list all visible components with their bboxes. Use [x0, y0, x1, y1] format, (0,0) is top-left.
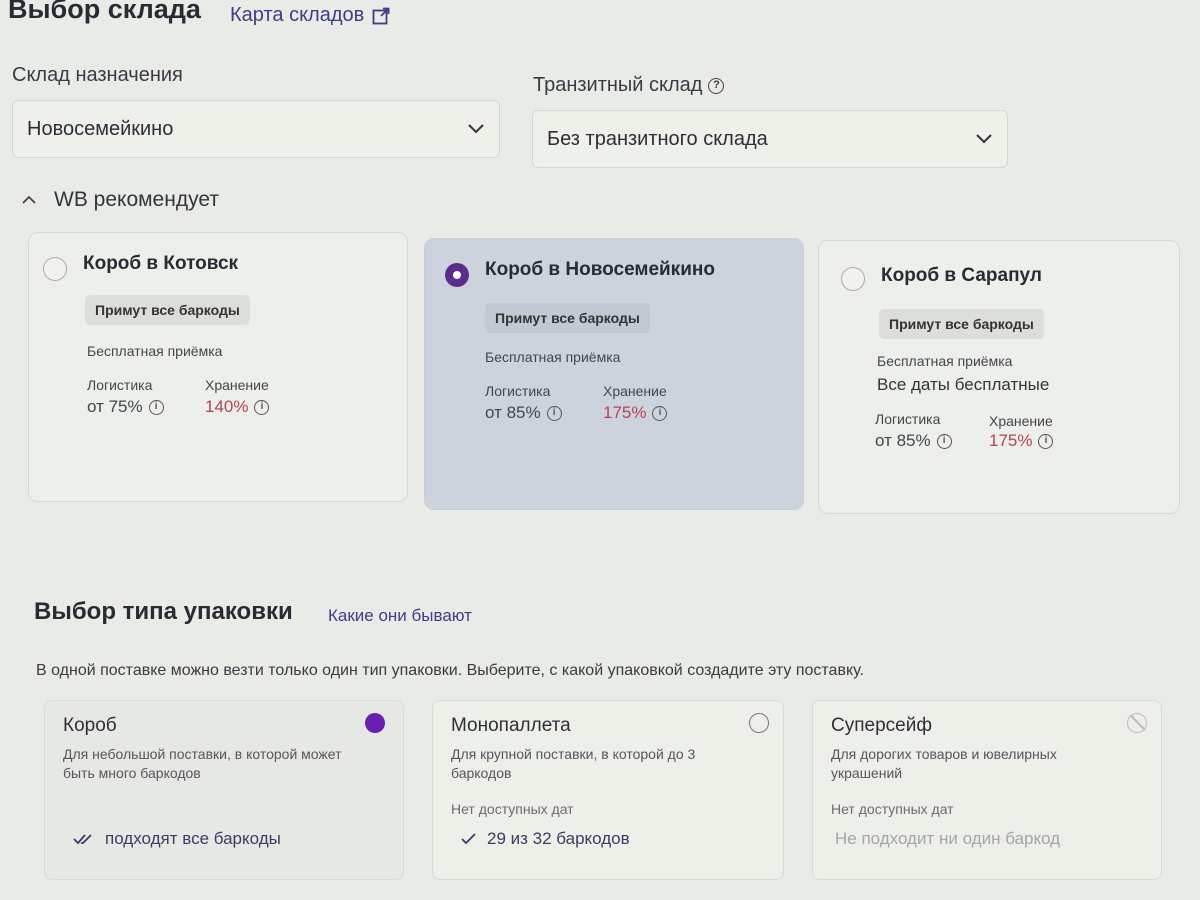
- package-status-text: подходят все баркоды: [105, 829, 281, 848]
- packaging-description: В одной поставке можно везти только один…: [36, 662, 864, 679]
- chevron-down-icon: [468, 124, 484, 134]
- double-check-icon: [73, 834, 92, 845]
- transit-label-text: Транзитный склад: [533, 74, 703, 96]
- storage-label: Хранение: [989, 413, 1053, 429]
- package-description: Для дорогих товаров и ювелирных украшени…: [831, 746, 1057, 781]
- storage-value-text: 175%: [603, 403, 647, 422]
- package-name: Суперсейф: [831, 715, 932, 736]
- free-acceptance-label: Бесплатная приёмка: [877, 353, 1013, 369]
- storage-value-text: 175%: [989, 431, 1033, 450]
- destination-value: Новосемейкино: [27, 117, 174, 140]
- radio-button-selected[interactable]: [445, 263, 469, 287]
- free-acceptance-label: Бесплатная приёмка: [87, 343, 223, 359]
- warehouse-name: Короб в Котовск: [83, 253, 239, 274]
- warehouse-name: Короб в Новосемейкино: [485, 259, 715, 280]
- logistics-value: от 85% i: [485, 403, 562, 423]
- storage-value: 175% i: [989, 431, 1054, 451]
- info-icon[interactable]: i: [148, 399, 164, 415]
- logistics-label: Логистика: [875, 411, 941, 427]
- check-icon: [461, 833, 476, 845]
- destination-select[interactable]: Новосемейкино: [12, 100, 500, 158]
- info-icon[interactable]: i: [652, 405, 668, 421]
- radio-button-selected[interactable]: [365, 713, 385, 733]
- package-name: Монопаллета: [451, 715, 571, 736]
- storage-value: 175% i: [603, 403, 668, 423]
- warehouse-map-link[interactable]: Карта складов: [230, 4, 390, 27]
- package-status: Не подходит ни один баркод: [835, 829, 1060, 849]
- destination-label: Склад назначения: [12, 64, 183, 87]
- package-option-supersafe: Суперсейф Для дорогих товаров и ювелирны…: [812, 700, 1162, 880]
- no-dates-text: Нет доступных дат: [451, 801, 574, 817]
- storage-value: 140% i: [205, 397, 270, 417]
- destination-label-text: Склад назначения: [12, 64, 183, 86]
- radio-button-disabled: [1127, 713, 1147, 733]
- no-dates-text: Нет доступных дат: [831, 801, 954, 817]
- transit-value: Без транзитного склада: [547, 127, 768, 150]
- storage-value-text: 140%: [205, 397, 249, 416]
- barcode-badge: Примут все баркоды: [85, 295, 250, 325]
- chevron-down-icon: [976, 134, 992, 144]
- info-icon[interactable]: i: [546, 405, 562, 421]
- packaging-title: Выбор типа упаковки: [34, 598, 293, 625]
- radio-button[interactable]: [749, 713, 769, 733]
- logistics-label: Логистика: [87, 377, 153, 393]
- radio-button[interactable]: [841, 267, 865, 291]
- transit-label: Транзитный склад ?: [533, 74, 725, 97]
- free-acceptance-label: Бесплатная приёмка: [485, 349, 621, 365]
- package-description: Для небольшой поставки, в которой может …: [63, 746, 342, 781]
- help-icon[interactable]: ?: [708, 77, 725, 94]
- chevron-up-icon: [22, 195, 36, 204]
- package-option-monopallet[interactable]: Монопаллета Для крупной поставки, в кото…: [432, 700, 784, 880]
- recommend-toggle[interactable]: WB рекомендует: [20, 188, 219, 212]
- barcode-badge: Примут все баркоды: [879, 309, 1044, 339]
- logistics-label: Логистика: [485, 383, 551, 399]
- package-option-box[interactable]: Короб Для небольшой поставки, в которой …: [44, 700, 404, 880]
- page-title: Выбор склада: [8, 0, 201, 24]
- barcode-badge: Примут все баркоды: [485, 303, 650, 333]
- logistics-value: от 75% i: [87, 397, 164, 417]
- recommend-label: WB рекомендует: [54, 188, 219, 211]
- logistics-value-text: от 85%: [485, 403, 541, 422]
- external-link-icon: [372, 7, 390, 24]
- package-name: Короб: [63, 715, 117, 736]
- logistics-value-text: от 85%: [875, 431, 931, 450]
- logistics-value: от 85% i: [875, 431, 952, 451]
- warehouse-card-novosemeykino[interactable]: Короб в Новосемейкино Примут все баркоды…: [424, 238, 804, 510]
- package-status: подходят все баркоды: [73, 829, 281, 849]
- warehouse-card-sarapul[interactable]: Короб в Сарапул Примут все баркоды Беспл…: [818, 240, 1180, 514]
- warehouse-card-kotovsk[interactable]: Короб в Котовск Примут все баркоды Беспл…: [28, 232, 408, 502]
- package-status-text: 29 из 32 баркодов: [487, 829, 630, 848]
- warehouse-name: Короб в Сарапул: [881, 265, 1042, 286]
- warehouse-selection-page: Выбор склада Карта складов Склад назначе…: [0, 0, 1200, 900]
- warehouse-map-link-label: Карта складов: [230, 4, 365, 26]
- free-dates-text: Все даты бесплатные: [877, 375, 1050, 394]
- packaging-types-link[interactable]: Какие они бывают: [328, 606, 472, 626]
- logistics-value-text: от 75%: [87, 397, 143, 416]
- transit-select[interactable]: Без транзитного склада: [532, 110, 1008, 168]
- package-status-text: Не подходит ни один баркод: [835, 829, 1061, 848]
- package-description: Для крупной поставки, в которой до 3 бар…: [451, 746, 696, 781]
- storage-label: Хранение: [205, 377, 269, 393]
- package-status: 29 из 32 баркодов: [461, 829, 630, 849]
- storage-label: Хранение: [603, 383, 667, 399]
- info-icon[interactable]: i: [936, 433, 952, 449]
- radio-button[interactable]: [43, 257, 67, 281]
- info-icon[interactable]: i: [1038, 433, 1054, 449]
- info-icon[interactable]: i: [254, 399, 270, 415]
